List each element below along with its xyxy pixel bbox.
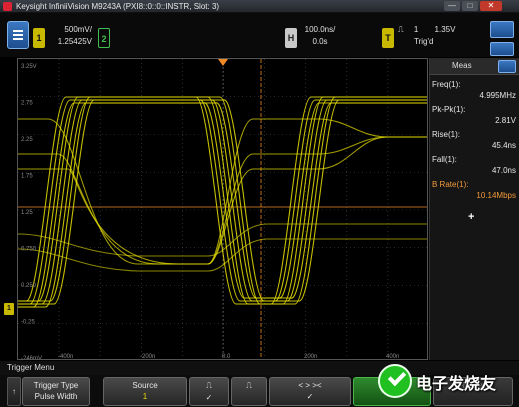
panel-menu-icon[interactable] [498,60,516,73]
measurement-value: 45.4ns [491,141,516,150]
softkey-value: Pulse Width [34,392,78,401]
trigger-status: Trig'd [414,37,434,46]
y-axis-label: 1.25 [21,210,33,216]
delay-value: 0.0s [312,37,328,46]
measurement-value: 10.14Mbps [476,191,516,200]
x-axis-label: 200n [304,354,317,360]
negative-pulse-icon: ⎍ [246,381,252,390]
x-axis-label: -200n [140,354,155,360]
menu-icon [13,30,23,32]
channel-1-settings[interactable]: 500mV/ 1.25425V [48,24,92,48]
add-measurement-button[interactable]: + [468,211,474,223]
measurement-name: Rise(1): [432,130,461,139]
channel-1-scale: 500mV/ [64,25,92,34]
measurement-name: B Rate(1): [432,180,469,189]
trigger-position-marker [218,59,228,66]
watermark-text: 电子发烧友 [416,374,497,393]
measurement-name: Fall(1): [432,155,457,164]
channel-1-ground-marker[interactable]: 1 [4,303,14,315]
y-axis-label: -0.25 [21,320,35,326]
softkey-qualifier[interactable]: < > >< ✓ [269,377,351,406]
y-axis-label: 1.75 [21,174,33,180]
menu-icon-line [13,38,23,40]
softkey-positive-pulse[interactable]: ⎍ ✓ [189,377,229,406]
window-titlebar: Keysight InfiniiVision M9243A (PXI8::0::… [0,0,519,13]
measurement-value: 47.0ns [491,166,516,175]
channel-2-button[interactable]: 2 [98,28,110,48]
minimize-button[interactable]: — [444,1,460,11]
close-button[interactable]: ✕ [480,1,502,11]
positive-pulse-icon: ⎍ [206,381,212,390]
softkey-back-button[interactable]: ↑ [7,377,21,406]
trigger-level: 1.35V [434,25,456,34]
waveform-svg: 3.25V 2.75 2.25 1.75 1.25 0.750 0.250 -0.25 -246… [18,59,427,360]
left-marker-bar: 1 [0,58,17,360]
measurement-item[interactable]: Fall(1): 47.0ns [432,155,516,175]
touch-tool-icon[interactable] [490,21,514,38]
waveform-display[interactable]: 3.25V 2.75 2.25 1.75 1.25 0.750 0.250 -0.25 -246… [17,58,428,360]
status-bar: 1 500mV/ 1.25425V 2 H 100.0ns/ 0.0s T ⎍ … [0,13,519,57]
y-axis-label: 3.25V [21,64,37,70]
softkey-label: Trigger Type [33,381,79,390]
y-axis-label: 0.750 [21,247,37,253]
softkey-negative-pulse[interactable]: ⎍ [231,377,267,406]
measurement-name: Freq(1): [432,80,461,89]
trigger-source: 1 [413,25,419,34]
timebase-value: 100.0ns/ [304,25,336,34]
qualifier-symbols: < > >< [298,381,322,390]
check-icon: ✓ [205,393,213,402]
menu-icon-line [13,34,23,36]
measurement-item[interactable]: B Rate(1): 10.14Mbps [432,180,516,200]
y-axis-label: 2.25 [21,137,33,143]
main-menu-button[interactable] [7,21,29,49]
measurement-item[interactable]: Freq(1): 4.995MHz [432,80,516,100]
x-axis-label: 400n [386,354,399,360]
horizontal-button[interactable]: H [285,28,297,48]
x-axis-label: 0.0 [222,354,231,360]
measurement-item[interactable]: Rise(1): 45.4ns [432,130,516,150]
trigger-button[interactable]: T [382,28,394,48]
softkey-trigger-type[interactable]: Trigger Type Pulse Width [22,377,90,406]
app-logo-icon [3,2,12,11]
softkey-menu-title: Trigger Menu [7,363,55,372]
measurement-panel-title: Meas [452,61,472,70]
x-axis-label: -400n [58,354,73,360]
channel-1-offset: 1.25425V [57,37,92,46]
measurement-panel: Meas Freq(1): 4.995MHz Pk-Pk(1): 2.81V Rise(… [429,58,519,360]
measurement-value: 4.995MHz [479,91,516,100]
softkey-value: 1 [142,392,148,401]
watermark-check-icon [378,364,412,398]
zoom-tool-icon[interactable] [490,42,514,56]
watermark-logo: 电子发烧友 [378,362,518,404]
y-axis-label: 2.75 [21,101,33,107]
measurement-value: 2.81V [495,116,516,125]
trigger-edge-icon: ⎍ [398,25,404,34]
window-title: Keysight InfiniiVision M9243A (PXI8::0::… [16,2,220,11]
trigger-settings[interactable]: ⎍ 1 1.35V Trig'd [398,24,470,48]
channel-1-button[interactable]: 1 [33,28,45,48]
check-icon: ✓ [306,392,314,401]
y-axis-label: -246mV [21,356,42,360]
softkey-source[interactable]: Source 1 [103,377,187,406]
measurement-name: Pk-Pk(1): [432,105,466,114]
measurement-item[interactable]: Pk-Pk(1): 2.81V [432,105,516,125]
measurement-panel-header: Meas [430,58,519,75]
softkey-label: Source [132,381,158,390]
maximize-button[interactable]: □ [462,1,478,11]
y-axis-label: 0.250 [21,283,37,289]
horizontal-settings[interactable]: 100.0ns/ 0.0s [300,24,340,48]
